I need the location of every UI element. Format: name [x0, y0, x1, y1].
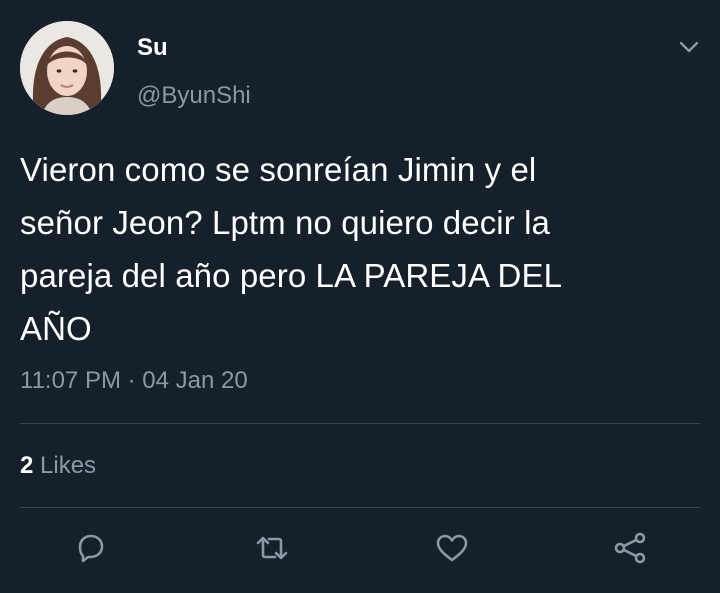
likes-label: Likes [40, 452, 97, 479]
divider [20, 423, 700, 424]
retweet-icon [252, 528, 292, 568]
heart-icon [432, 528, 472, 568]
chevron-down-icon[interactable] [676, 34, 702, 60]
display-name[interactable]: Su [137, 34, 168, 62]
tweet-timestamp[interactable]: 11:07 PM · 04 Jan 20 [20, 366, 248, 396]
reply-icon [71, 528, 111, 568]
reply-button[interactable] [71, 528, 111, 568]
share-icon [610, 528, 650, 568]
divider [20, 507, 700, 508]
tweet-date: 04 Jan 20 [142, 367, 248, 394]
tweet-time: 11:07 PM [20, 367, 121, 394]
like-button[interactable] [432, 528, 472, 568]
tweet-detail: Su @ByunShi Vieron como se sonreían Jimi… [0, 0, 720, 593]
likes-stat[interactable]: 2 Likes [20, 451, 96, 481]
likes-count: 2 [20, 452, 34, 479]
tweet-text: Vieron como se sonreían Jimin y el señor… [20, 151, 563, 347]
share-button[interactable] [610, 528, 650, 568]
retweet-button[interactable] [252, 528, 292, 568]
avatar[interactable] [20, 21, 114, 115]
user-handle[interactable]: @ByunShi [137, 82, 251, 110]
timestamp-separator: · [127, 367, 136, 394]
